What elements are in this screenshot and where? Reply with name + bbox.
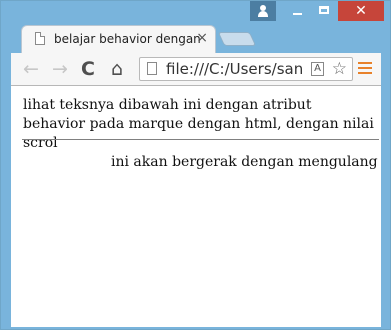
forward-icon[interactable]: →: [52, 58, 68, 80]
marquee-text: ini akan bergerak dengan mengulang ke: [111, 154, 381, 170]
back-icon[interactable]: ←: [23, 58, 39, 80]
new-tab-button[interactable]: [217, 32, 257, 46]
page-info-icon[interactable]: [147, 62, 157, 75]
minimize-icon: [293, 13, 302, 15]
active-tab[interactable]: belajar behavior dengan m ×: [21, 25, 216, 55]
reload-icon[interactable]: C: [81, 58, 95, 80]
intro-text: lihat teksnya dibawah ini dengan atribut…: [23, 97, 374, 151]
maximize-button[interactable]: [311, 1, 337, 21]
close-window-button[interactable]: ✕: [338, 1, 384, 21]
minimize-button[interactable]: [284, 1, 310, 21]
bookmark-star-icon[interactable]: ☆: [332, 58, 347, 80]
browser-toolbar: ← → C ⌂ file:///C:/Users/san A ☆: [11, 53, 381, 86]
title-bar: belajar behavior dengan m × ✕: [1, 1, 390, 55]
maximize-icon: [319, 6, 329, 14]
user-button[interactable]: [250, 1, 276, 21]
translate-icon[interactable]: A: [311, 62, 324, 76]
user-icon-body: [258, 11, 268, 17]
document-icon: [35, 32, 45, 45]
close-icon: ✕: [355, 3, 367, 19]
url-text[interactable]: file:///C:/Users/san: [166, 60, 303, 78]
page-content: lihat teksnya dibawah ini dengan atribut…: [11, 86, 381, 327]
address-bar[interactable]: file:///C:/Users/san A ☆: [139, 57, 353, 81]
horizontal-rule: [22, 139, 379, 140]
menu-icon[interactable]: [358, 62, 372, 74]
tab-title: belajar behavior dengan m: [54, 32, 204, 46]
home-icon[interactable]: ⌂: [111, 58, 123, 80]
close-tab-icon[interactable]: ×: [196, 31, 208, 45]
browser-window: belajar behavior dengan m × ✕ ← → C ⌂ fi…: [0, 0, 391, 330]
